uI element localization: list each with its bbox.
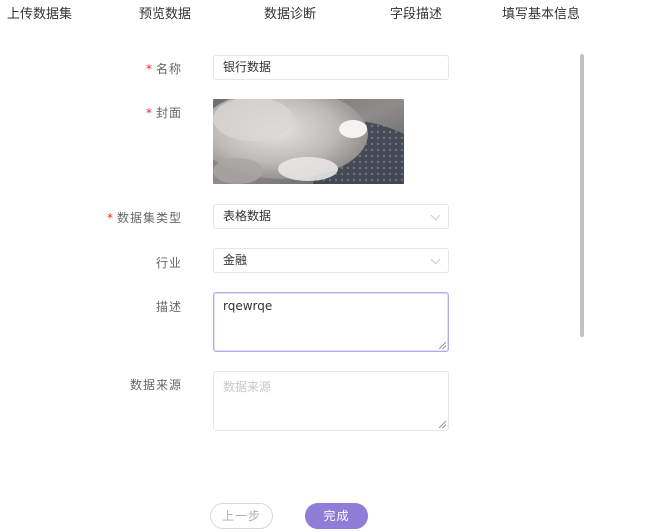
industry-value: 金融	[223, 253, 248, 267]
cover-photo	[213, 99, 404, 184]
chevron-down-icon	[430, 254, 441, 265]
chevron-down-icon	[430, 210, 441, 221]
source-placeholder: 数据来源	[223, 380, 272, 394]
required-mark: *	[145, 62, 153, 76]
step-upload-dataset[interactable]: 上传数据集	[7, 3, 72, 22]
cover-label: * 封面	[145, 106, 182, 120]
step-basic-info[interactable]: 填写基本信息	[502, 3, 580, 22]
vertical-scrollbar[interactable]	[580, 54, 584, 337]
resize-handle-icon[interactable]	[439, 421, 446, 428]
step-field-description[interactable]: 字段描述	[390, 3, 442, 22]
description-label: 描述	[155, 300, 182, 314]
finish-button[interactable]: 完成	[305, 503, 368, 529]
industry-select[interactable]: 金融	[213, 248, 449, 273]
name-label: * 名称	[145, 62, 182, 76]
description-textarea[interactable]: rqewrqe	[213, 292, 449, 352]
step-navigation: 上传数据集 预览数据 数据诊断 字段描述 填写基本信息	[0, 0, 667, 26]
source-textarea[interactable]: 数据来源	[213, 371, 449, 431]
dataset-type-label: * 数据集类型	[106, 211, 182, 225]
step-data-diagnosis[interactable]: 数据诊断	[264, 3, 316, 22]
name-input[interactable]: 银行数据	[213, 55, 449, 80]
name-input-value: 银行数据	[223, 60, 272, 74]
dataset-type-value: 表格数据	[223, 209, 272, 223]
dataset-type-select[interactable]: 表格数据	[213, 204, 449, 229]
resize-handle-icon[interactable]	[439, 342, 446, 349]
step-preview-data[interactable]: 预览数据	[139, 3, 191, 22]
source-label: 数据来源	[129, 378, 182, 392]
industry-label: 行业	[155, 256, 182, 270]
description-value: rqewrqe	[223, 299, 273, 313]
required-mark: *	[106, 211, 114, 225]
cover-image[interactable]	[213, 99, 404, 184]
required-mark: *	[145, 106, 153, 120]
previous-step-button[interactable]: 上一步	[210, 503, 273, 529]
